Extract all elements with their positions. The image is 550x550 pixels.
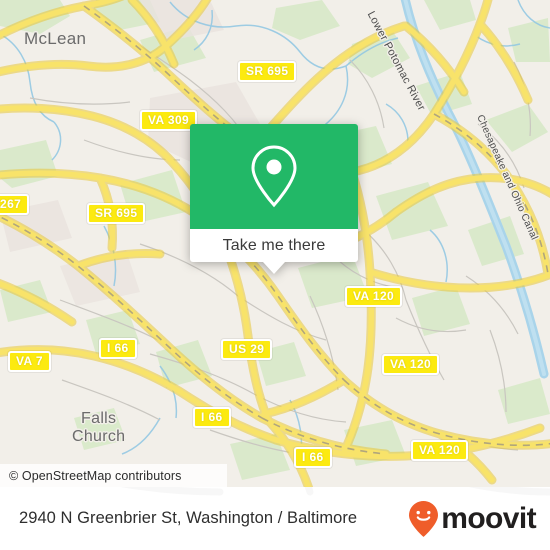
shield-sr-695-north[interactable]: SR 695	[238, 61, 297, 82]
shield-va-120-south[interactable]: VA 120	[411, 440, 469, 461]
popup-tail	[263, 262, 285, 274]
shield-va-120-mid[interactable]: VA 120	[382, 354, 440, 375]
osm-attribution-text: © OpenStreetMap contributors	[9, 468, 182, 483]
shield-i-66-south[interactable]: I 66	[193, 407, 231, 428]
take-me-there-button[interactable]: Take me there	[190, 229, 358, 262]
map-screenshot: McLean Falls Church Lower Potomac River …	[0, 0, 550, 550]
shield-267[interactable]: 267	[0, 194, 30, 215]
moovit-wordmark: moovit	[441, 501, 536, 535]
map-pin-icon	[251, 144, 297, 207]
shield-va-7[interactable]: VA 7	[8, 351, 51, 372]
map-popup-callout[interactable]: Take me there	[190, 124, 358, 274]
shield-va-120-north[interactable]: VA 120	[345, 286, 403, 307]
map-canvas[interactable]: McLean Falls Church Lower Potomac River …	[0, 0, 550, 487]
shield-i-66-east[interactable]: I 66	[294, 447, 332, 468]
osm-attribution[interactable]: © OpenStreetMap contributors	[0, 464, 227, 487]
shield-sr-695-west[interactable]: SR 695	[87, 203, 146, 224]
moovit-logo[interactable]: moovit	[408, 500, 537, 538]
popup-image-panel	[190, 124, 358, 229]
location-title: 2940 N Greenbrier St, Washington / Balti…	[19, 509, 358, 527]
moovit-pin-smiley-icon	[409, 500, 439, 537]
footer-bar: 2940 N Greenbrier St, Washington / Balti…	[0, 487, 550, 550]
shield-va-309[interactable]: VA 309	[140, 110, 198, 131]
shield-us-29[interactable]: US 29	[221, 339, 273, 360]
shield-i-66-west[interactable]: I 66	[99, 338, 137, 359]
footer-content: 2940 N Greenbrier St, Washington / Balti…	[0, 487, 550, 550]
